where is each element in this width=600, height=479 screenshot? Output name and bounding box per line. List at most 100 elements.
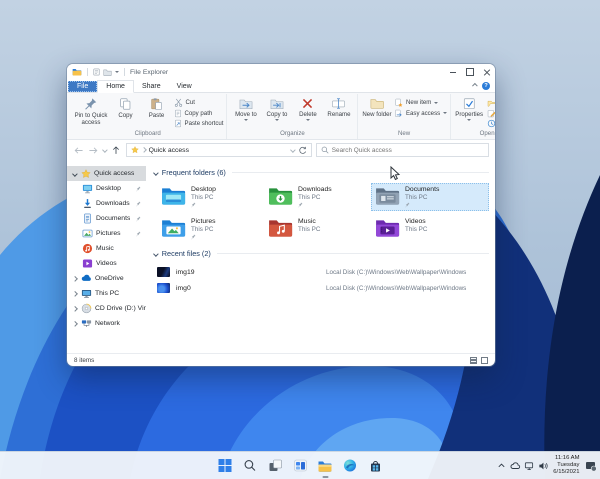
folder-tile-music[interactable]: Music This PC <box>264 215 368 243</box>
search-box[interactable] <box>315 143 489 157</box>
widgets-button[interactable] <box>292 457 309 474</box>
chevron-right-icon[interactable] <box>71 320 78 327</box>
help-button[interactable]: ? <box>482 82 490 90</box>
maximize-button[interactable] <box>461 64 478 80</box>
file-explorer-button[interactable] <box>317 457 334 474</box>
delete-icon <box>303 98 313 109</box>
paste-shortcut-button[interactable]: Paste shortcut <box>174 119 223 128</box>
collapse-chevron-icon[interactable] <box>153 250 159 257</box>
easy-access-button[interactable]: Easy access <box>394 109 447 118</box>
sidebar-item-this-pc[interactable]: This PC <box>67 286 146 301</box>
pin-to-quick-access-button[interactable]: Pin to Quick access <box>72 95 110 126</box>
address-bar[interactable]: Quick access <box>125 143 312 157</box>
chevron-right-icon[interactable] <box>71 290 78 297</box>
folder-tile-pictures[interactable]: Pictures This PC <box>157 215 261 243</box>
forward-button[interactable] <box>88 144 99 156</box>
volume-icon[interactable] <box>538 461 548 471</box>
folder-tile-downloads[interactable]: Downloads This PC <box>264 183 368 211</box>
rename-button[interactable]: Rename <box>323 95 354 118</box>
sidebar-item-desktop[interactable]: Desktop <box>67 181 146 196</box>
pin-icon <box>136 201 141 207</box>
refresh-icon[interactable] <box>298 146 307 155</box>
recent-locations-caret-icon[interactable] <box>102 147 108 153</box>
tray-chevron-up-icon[interactable] <box>497 461 506 470</box>
image-thumbnail <box>157 267 170 277</box>
rename-icon <box>332 98 346 109</box>
chevron-right-icon[interactable] <box>71 305 78 312</box>
edge-icon <box>344 459 356 472</box>
cut-button[interactable]: Cut <box>174 98 223 107</box>
properties-button[interactable]: Properties <box>454 95 485 121</box>
network-tray-icon[interactable] <box>524 461 534 471</box>
history-button[interactable]: History <box>487 119 495 128</box>
up-button[interactable] <box>111 144 122 156</box>
store-button[interactable] <box>367 457 384 474</box>
recent-file-row[interactable]: img19 Local Disk (C:)\Windows\Web\Wallpa… <box>157 264 489 280</box>
new-item-button[interactable]: New item <box>394 98 446 107</box>
section-recent-files[interactable]: Recent files (2) <box>153 249 489 258</box>
move-to-button[interactable]: Move to <box>230 95 261 121</box>
chevron-right-icon[interactable] <box>71 275 78 282</box>
chevron-down-icon[interactable] <box>71 170 78 177</box>
pictures-folder-icon <box>162 220 186 237</box>
large-icons-view-button[interactable] <box>481 356 488 364</box>
ribbon-group-clipboard: Pin to Quick access Copy Paste Cut Copy … <box>69 94 228 139</box>
folder-tile-documents[interactable]: Documents This PC <box>371 183 489 211</box>
notification-badge-icon[interactable] <box>585 460 597 472</box>
sidebar-item-videos[interactable]: Videos <box>67 256 146 271</box>
new-folder-button[interactable]: New folder <box>361 95 392 118</box>
search-input[interactable] <box>331 146 484 154</box>
tab-file[interactable]: File <box>68 81 98 92</box>
search-button[interactable] <box>242 457 259 474</box>
pin-icon <box>85 98 97 110</box>
sidebar-item-pictures[interactable]: Pictures <box>67 226 146 241</box>
items-count: 8 items <box>74 356 95 364</box>
section-divider <box>231 172 489 173</box>
minimize-ribbon-icon[interactable] <box>472 83 478 89</box>
recent-files-list: img19 Local Disk (C:)\Windows\Web\Wallpa… <box>157 264 489 296</box>
sidebar-item-network[interactable]: Network <box>67 316 146 331</box>
folder-tile-desktop[interactable]: Desktop This PC <box>157 183 261 211</box>
edge-button[interactable] <box>342 457 359 474</box>
new-folder-qat-icon[interactable] <box>103 69 112 76</box>
minimize-button[interactable] <box>444 64 461 80</box>
tab-home[interactable]: Home <box>97 80 134 93</box>
sidebar-item-documents[interactable]: Documents <box>67 211 146 226</box>
copy-path-icon <box>175 109 181 117</box>
breadcrumb-chevron-icon[interactable] <box>140 147 147 153</box>
recent-file-row[interactable]: img0 Local Disk (C:)\Windows\Web\Wallpap… <box>157 280 489 296</box>
back-button[interactable] <box>73 144 84 156</box>
sidebar-item-music[interactable]: Music <box>67 241 146 256</box>
collapse-chevron-icon[interactable] <box>153 169 159 176</box>
breadcrumb[interactable]: Quick access <box>149 147 288 154</box>
copy-button[interactable]: Copy <box>110 95 141 119</box>
delete-button[interactable]: Delete <box>292 95 323 121</box>
ribbon: Pin to Quick access Copy Paste Cut Copy … <box>67 93 495 140</box>
pin-icon <box>298 202 332 208</box>
folder-tile-videos[interactable]: Videos This PC <box>371 215 489 243</box>
sidebar-item-downloads[interactable]: Downloads <box>67 196 146 211</box>
open-button[interactable]: Open <box>487 98 495 107</box>
paste-button[interactable]: Paste <box>141 95 172 119</box>
edit-button[interactable]: Edit <box>487 109 495 118</box>
sidebar-item-onedrive[interactable]: OneDrive <box>67 271 146 286</box>
tab-view[interactable]: View <box>169 80 200 92</box>
titlebar[interactable]: File Explorer <box>67 64 495 80</box>
sidebar-item-cd-drive[interactable]: CD Drive (D:) Virtual <box>67 301 146 316</box>
copy-path-button[interactable]: Copy path <box>174 109 223 118</box>
sidebar-item-quick-access[interactable]: Quick access <box>67 166 146 181</box>
customize-qat-caret-icon[interactable] <box>115 71 119 73</box>
history-icon <box>487 119 495 128</box>
clock-date: 6/15/2021 <box>553 469 580 476</box>
taskbar-clock[interactable]: 11:16 AM Tuesday 6/15/2021 <box>553 455 579 476</box>
copy-to-button[interactable]: Copy to <box>261 95 292 121</box>
start-button[interactable] <box>217 457 234 474</box>
tab-share[interactable]: Share <box>134 80 169 92</box>
onedrive-cloud-icon[interactable] <box>510 461 521 470</box>
address-dropdown-caret-icon[interactable] <box>290 147 296 153</box>
task-view-button[interactable] <box>267 457 284 474</box>
details-view-button[interactable] <box>470 356 477 364</box>
section-frequent-folders[interactable]: Frequent folders (6) <box>153 168 489 177</box>
properties-qat-icon[interactable] <box>93 68 100 76</box>
close-button[interactable] <box>478 64 495 80</box>
